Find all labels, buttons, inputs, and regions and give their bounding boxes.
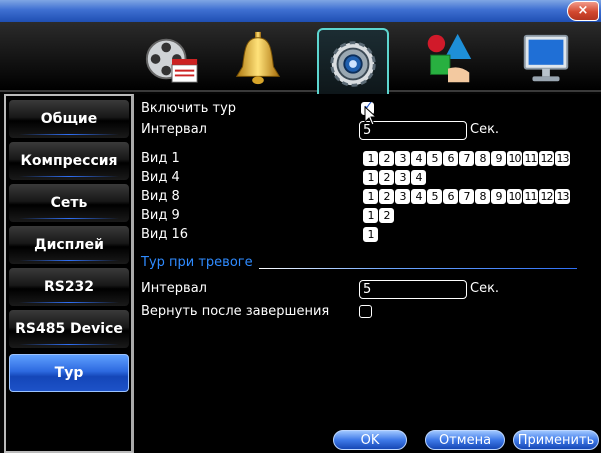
channel-toggle[interactable]: 10 (507, 189, 522, 204)
tour-settings-panel: Включить тур Интервал 5 Сек. Вид 1 Вид 4… (134, 94, 601, 453)
view-16-channels: 1 (363, 227, 378, 242)
channel-toggle[interactable]: 4 (411, 170, 426, 185)
sidebar-item-rs232[interactable]: RS232 (9, 268, 129, 306)
section-divider (259, 268, 577, 269)
apply-button[interactable]: Применить (513, 430, 599, 450)
view-1-label: Вид 1 (141, 151, 180, 166)
channel-toggle[interactable]: 8 (475, 151, 490, 166)
sidebar-item-rs485[interactable]: RS485 Device (9, 310, 129, 348)
channel-toggle[interactable]: 1 (363, 227, 378, 242)
channel-toggle[interactable]: 1 (363, 189, 378, 204)
view-16-label: Вид 16 (141, 227, 189, 242)
view-8-label: Вид 8 (141, 189, 180, 204)
sidebar-item-network[interactable]: Сеть (9, 184, 129, 222)
view-8-channels: 1 2 3 4 5 6 7 8 9 10 11 12 13 (363, 189, 570, 204)
channel-toggle[interactable]: 13 (555, 151, 570, 166)
channel-toggle[interactable]: 2 (379, 208, 394, 223)
alarm-interval-input[interactable]: 5 (359, 280, 467, 299)
advanced-tab[interactable] (412, 26, 484, 92)
view-9-label: Вид 9 (141, 208, 180, 223)
channel-toggle[interactable]: 7 (459, 151, 474, 166)
channel-toggle[interactable]: 10 (507, 151, 522, 166)
alarm-interval-unit: Сек. (470, 281, 500, 296)
sidebar-item-tour[interactable]: Тур (9, 354, 129, 392)
mouse-cursor-icon (364, 106, 378, 126)
channel-toggle[interactable]: 4 (411, 189, 426, 204)
alarm-interval-label: Интервал (141, 281, 207, 296)
channel-toggle[interactable]: 9 (491, 189, 506, 204)
view-4-label: Вид 4 (141, 170, 180, 185)
film-clapper-icon (145, 38, 198, 83)
interval-label: Интервал (141, 122, 207, 137)
channel-toggle[interactable]: 12 (539, 151, 554, 166)
gear-icon (330, 41, 376, 87)
sidebar-item-compression[interactable]: Компрессия (9, 142, 129, 180)
settings-sidebar: Общие Компрессия Сеть Дисплей RS232 RS48… (4, 94, 134, 453)
main-menu-tabs (0, 22, 601, 98)
channel-toggle[interactable]: 7 (459, 189, 474, 204)
channel-toggle[interactable]: 2 (379, 189, 394, 204)
blocks-icon (427, 33, 472, 83)
alarm-tab[interactable] (222, 26, 294, 92)
channel-toggle[interactable]: 1 (363, 208, 378, 223)
info-tab[interactable] (510, 26, 582, 92)
tour-settings-window: × Общие Компрессия Сеть Дисплей RS232 RS… (0, 0, 601, 453)
return-after-label: Вернуть после завершения (141, 304, 330, 319)
channel-toggle[interactable]: 6 (443, 189, 458, 204)
monitor-icon (523, 34, 569, 82)
channel-toggle[interactable]: 8 (475, 189, 490, 204)
bell-icon (235, 31, 281, 85)
channel-toggle[interactable]: 3 (395, 189, 410, 204)
return-after-checkbox[interactable] (359, 305, 372, 318)
channel-toggle[interactable]: 5 (427, 189, 442, 204)
channel-toggle[interactable]: 11 (523, 151, 538, 166)
cancel-button[interactable]: Отмена (425, 430, 505, 450)
system-tab[interactable] (317, 28, 389, 98)
ok-button[interactable]: OK (333, 430, 407, 450)
channel-toggle[interactable]: 11 (523, 189, 538, 204)
channel-toggle[interactable]: 3 (395, 170, 410, 185)
enable-tour-label: Включить тур (141, 101, 237, 116)
channel-toggle[interactable]: 6 (443, 151, 458, 166)
view-4-channels: 1234 (363, 170, 426, 185)
channel-toggle[interactable]: 1 (363, 151, 378, 166)
alarm-tour-section-title: Тур при тревоге (141, 255, 253, 270)
channel-toggle[interactable]: 9 (491, 151, 506, 166)
record-tab[interactable] (136, 26, 208, 92)
channel-toggle[interactable]: 12 (539, 189, 554, 204)
sidebar-item-display[interactable]: Дисплей (9, 226, 129, 264)
view-9-channels: 12 (363, 208, 394, 223)
interval-unit: Сек. (470, 122, 500, 137)
sidebar-item-general[interactable]: Общие (9, 100, 129, 138)
channel-toggle[interactable]: 3 (395, 151, 410, 166)
channel-toggle[interactable]: 1 (363, 170, 378, 185)
channel-toggle[interactable]: 5 (427, 151, 442, 166)
title-bar: × (0, 0, 601, 22)
channel-toggle[interactable]: 4 (411, 151, 426, 166)
channel-toggle[interactable]: 2 (379, 170, 394, 185)
close-button[interactable]: × (567, 1, 599, 21)
channel-toggle[interactable]: 2 (379, 151, 394, 166)
channel-toggle[interactable]: 13 (555, 189, 570, 204)
view-1-channels: 1 2 3 4 5 6 7 8 9 10 11 12 13 (363, 151, 570, 166)
